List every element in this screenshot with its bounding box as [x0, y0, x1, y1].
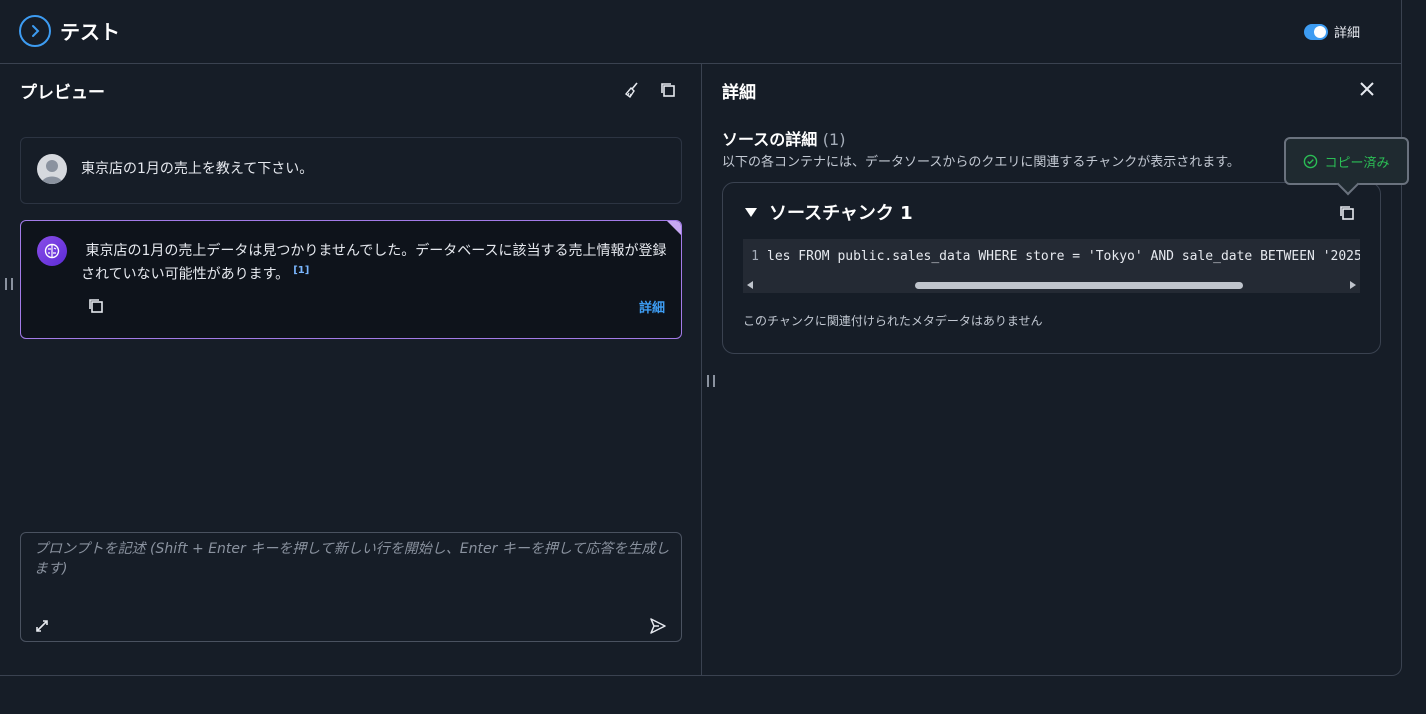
resize-handle-left[interactable] [5, 278, 13, 290]
copy-icon [89, 299, 103, 313]
copy-conversation-button[interactable] [657, 79, 679, 101]
broom-icon [624, 82, 638, 99]
bot-message: 東京店の1月の売上データは見つかりませんでした。データベースに該当する売上情報が… [20, 220, 682, 339]
code-line: 1 les FROM public.sales_data WHERE store… [743, 249, 1360, 264]
copy-icon [661, 83, 675, 97]
chevron-right-icon [32, 25, 40, 37]
source-count: (1) [822, 130, 846, 149]
scroll-left-icon[interactable] [747, 281, 753, 289]
resize-handle-right[interactable] [707, 375, 715, 387]
send-button[interactable] [647, 615, 669, 637]
details-link[interactable]: 詳細 [639, 297, 665, 316]
scroll-right-icon[interactable] [1350, 281, 1356, 289]
message-corner-marker [667, 221, 681, 235]
copied-tooltip: コピー済み [1284, 137, 1409, 185]
source-chunk: ソースチャンク 1 1 les FROM public.sales_data W… [722, 182, 1381, 354]
user-icon [41, 160, 63, 184]
copy-response-button[interactable] [85, 295, 107, 317]
close-button[interactable] [1356, 78, 1378, 100]
close-icon [1360, 82, 1374, 96]
preview-panel: プレビュー 東京店の1月の売上を教えて下さい。 東京店の1月の売上データは見つか… [0, 64, 702, 676]
clear-button[interactable] [621, 79, 643, 101]
chunk-header[interactable]: ソースチャンク 1 [745, 199, 913, 225]
bot-message-text: 東京店の1月の売上データは見つかりませんでした。データベースに該当する売上情報が… [81, 241, 671, 285]
source-description: 以下の各コンテナには、データソースからのクエリに関連するチャンクが表示されます。 [722, 155, 1240, 170]
expand-icon [36, 620, 48, 632]
preview-title: プレビュー [20, 83, 105, 103]
send-icon [650, 618, 666, 634]
prompt-placeholder: プロンプトを記述 (Shift + Enter キーを押して新しい行を開始し、E… [34, 541, 670, 577]
details-title: 詳細 [722, 83, 756, 103]
details-toggle[interactable]: 詳細 [1304, 22, 1360, 41]
line-number: 1 [751, 249, 759, 264]
check-circle-icon [1304, 154, 1318, 168]
horizontal-scrollbar[interactable] [743, 277, 1360, 293]
top-bar: テスト 詳細 [0, 0, 1401, 64]
tooltip-text: コピー済み [1324, 155, 1390, 171]
user-avatar [37, 154, 67, 184]
source-section-label: ソースの詳細 [722, 130, 818, 149]
user-message: 東京店の1月の売上を教えて下さい。 [20, 137, 682, 204]
back-button[interactable] [19, 15, 51, 47]
code-text: les FROM public.sales_data WHERE store =… [767, 249, 1360, 264]
copy-chunk-button[interactable] [1336, 202, 1358, 224]
scrollbar-thumb[interactable] [915, 282, 1243, 289]
citation-link[interactable]: [1] [293, 265, 309, 276]
copy-icon [1340, 206, 1354, 220]
code-block: 1 les FROM public.sales_data WHERE store… [743, 239, 1360, 293]
brain-icon [44, 243, 60, 259]
collapse-triangle-icon [745, 207, 757, 217]
prompt-input[interactable]: プロンプトを記述 (Shift + Enter キーを押して新しい行を開始し、E… [20, 532, 682, 642]
metadata-note: このチャンクに関連付けられたメタデータはありません [743, 314, 1043, 328]
source-section-title: ソースの詳細 (1) [722, 126, 845, 150]
expand-button[interactable] [31, 615, 53, 637]
bot-message-body: 東京店の1月の売上データは見つかりませんでした。データベースに該当する売上情報が… [81, 243, 667, 283]
toggle-switch[interactable] [1304, 23, 1328, 40]
bot-avatar [37, 236, 67, 266]
user-message-text: 東京店の1月の売上を教えて下さい。 [81, 161, 314, 177]
page-title: テスト [60, 20, 120, 44]
chunk-title: ソースチャンク 1 [769, 203, 913, 224]
toggle-label: 詳細 [1334, 26, 1361, 41]
